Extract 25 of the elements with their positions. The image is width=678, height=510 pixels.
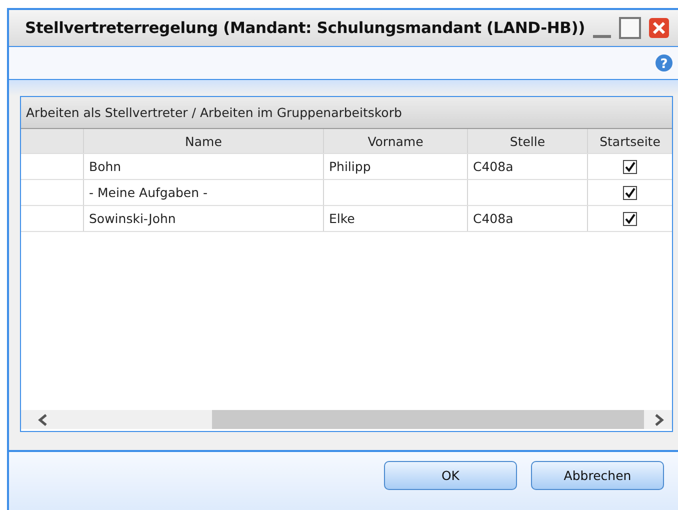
scrollbar-thumb[interactable] [212, 410, 644, 429]
table-cell: C408a [468, 206, 588, 231]
scroll-right-icon[interactable] [654, 414, 664, 426]
column-header[interactable]: Vorname [324, 129, 468, 153]
horizontal-scrollbar[interactable] [21, 410, 672, 429]
table-cell: Bohn [84, 154, 324, 179]
ok-button[interactable]: OK [384, 461, 517, 490]
column-header[interactable]: Name [84, 129, 324, 153]
cancel-button[interactable]: Abbrechen [531, 461, 664, 490]
scroll-left-icon[interactable] [38, 414, 48, 426]
table-cell: Philipp [324, 154, 468, 179]
column-header[interactable]: Stelle [468, 129, 588, 153]
checkbox[interactable] [623, 186, 637, 200]
column-header[interactable]: Startseite [588, 129, 672, 153]
checkbox[interactable] [623, 160, 637, 174]
table-cell: - Meine Aufgaben - [84, 180, 324, 205]
close-button[interactable] [648, 17, 669, 39]
table-cell: C408a [468, 154, 588, 179]
window-title: Stellvertreterregelung (Mandant: Schulungsmandant (LAND-HB)) [25, 19, 585, 37]
table-cell: Sowinski-John [84, 206, 324, 231]
table-cell: Elke [324, 206, 468, 231]
help-icon[interactable]: ? [655, 54, 673, 72]
maximize-button[interactable] [618, 17, 641, 39]
panel-title: Arbeiten als Stellvertreter / Arbeiten im Gruppenarbeitskorb [26, 105, 402, 120]
checkbox[interactable] [623, 212, 637, 226]
